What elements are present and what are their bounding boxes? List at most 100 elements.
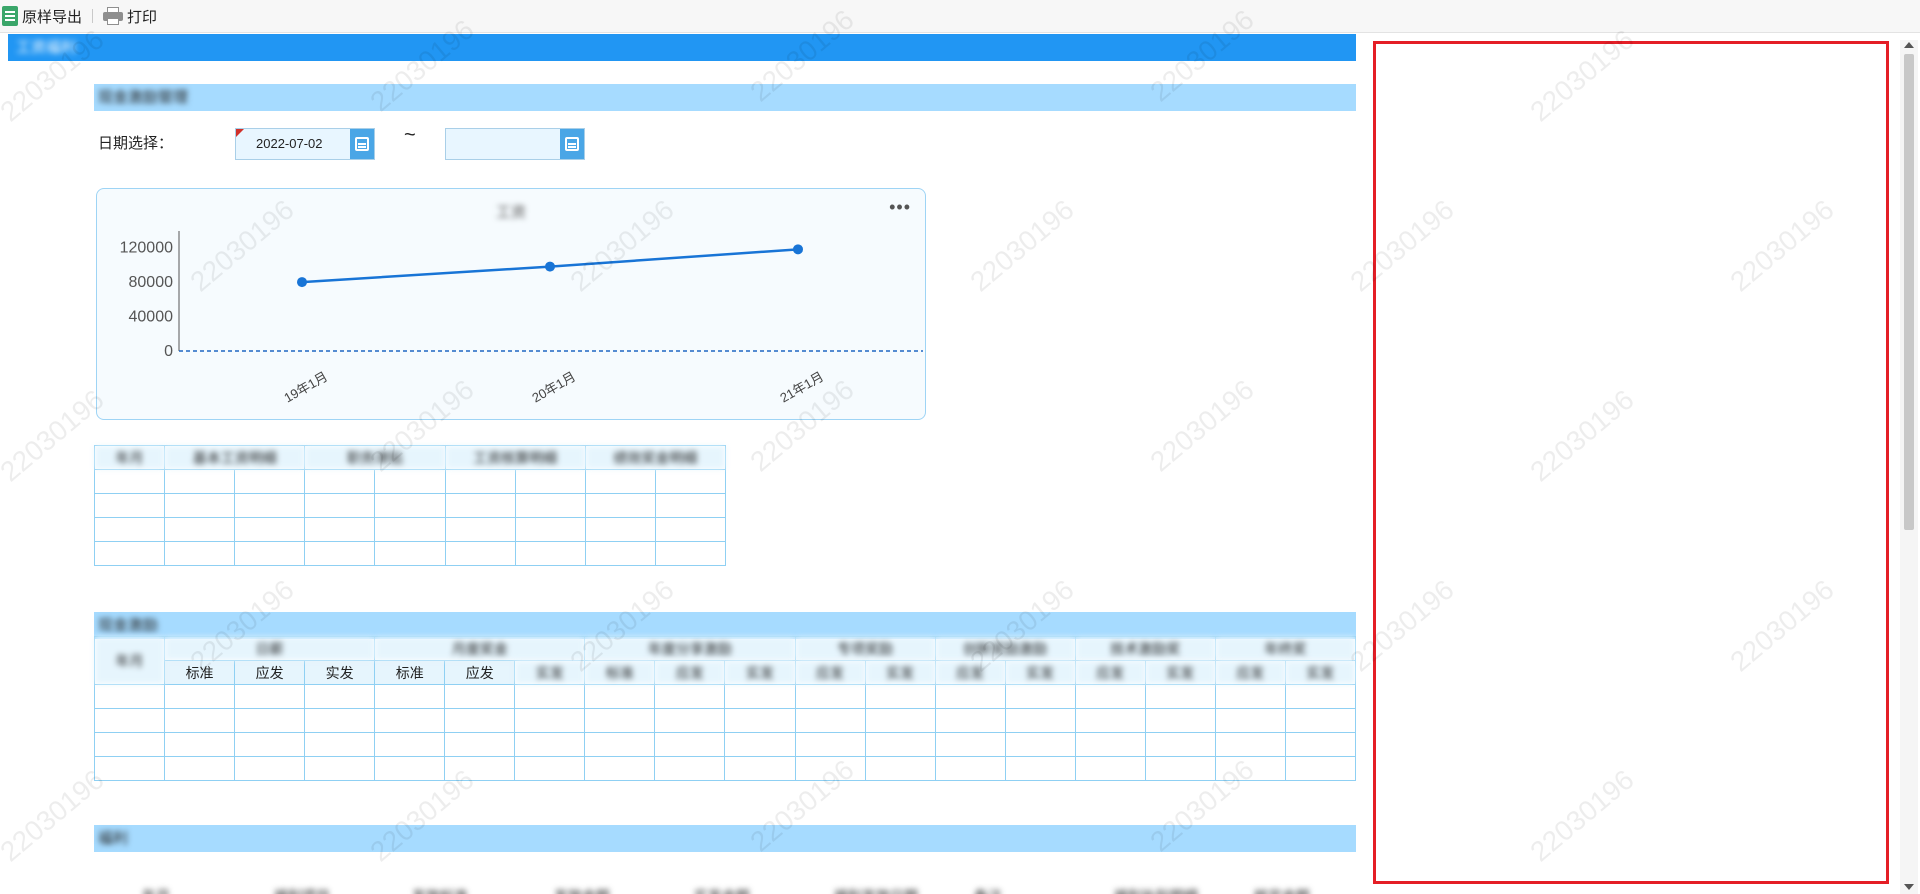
x-tick-label: 20年1月 (529, 369, 578, 406)
table-cell (93, 541, 166, 566)
calendar-icon[interactable] (560, 129, 584, 159)
table-cell (304, 517, 376, 542)
table-cell (654, 517, 727, 542)
print-button[interactable]: 打印 (99, 4, 161, 28)
cash-incentive-table: 年月 日薪 月度奖金 年度分享激励 专项奖励 创新奖励激励 技术激励奖 年终奖 … (93, 636, 1356, 781)
table-cell (1074, 732, 1146, 757)
column-subheader: 标准 (164, 660, 236, 685)
table-cell (724, 732, 796, 757)
section-header-cash-incentive: 现金激励 (94, 612, 1356, 639)
group-header: 创新奖励激励 (934, 636, 1076, 661)
scroll-down-arrow-icon[interactable] (1904, 884, 1914, 890)
table-cell (164, 708, 236, 733)
highlighted-preview-panel (1373, 41, 1889, 884)
table-cell (584, 493, 656, 518)
column-subheader: 实发 (1144, 660, 1216, 685)
column-subheader: 实发 (724, 660, 796, 685)
table-cell (514, 756, 586, 781)
table-cell (934, 756, 1006, 781)
table-cell (1004, 732, 1076, 757)
calendar-icon[interactable] (350, 129, 374, 159)
column-header: 年月 (93, 636, 166, 685)
column-header: 绩效奖金明细 (584, 445, 727, 470)
spreadsheet-export-icon (2, 6, 18, 26)
table-cell (304, 732, 376, 757)
column-header: 发放金额 (554, 886, 610, 894)
table-cell (93, 469, 166, 494)
table-cell (514, 517, 586, 542)
table-cell (514, 732, 586, 757)
table-cell (584, 756, 656, 781)
table-cell (444, 708, 516, 733)
table-cell (374, 517, 446, 542)
group-header: 月度奖金 (374, 636, 586, 661)
table-cell (374, 541, 446, 566)
toolbar-divider (92, 9, 94, 23)
group-header: 日薪 (164, 636, 376, 661)
table-cell (584, 517, 656, 542)
table-cell (934, 732, 1006, 757)
printer-icon (103, 7, 124, 25)
table-header-row: 年月 基本工资明细 职务津贴 工资核算明细 绩效奖金明细 (93, 445, 727, 470)
table-cell (1284, 732, 1356, 757)
scroll-up-arrow-icon[interactable] (1904, 42, 1914, 48)
table-cell (654, 732, 726, 757)
table-cell (1214, 708, 1286, 733)
column-subheader: 实发 (514, 660, 586, 685)
data-point (297, 277, 307, 288)
table-row (93, 517, 727, 542)
table-cell (1144, 684, 1216, 709)
table-cell (934, 708, 1006, 733)
table-cell (584, 469, 656, 494)
table-cell (374, 708, 446, 733)
group-header: 专项奖励 (794, 636, 936, 661)
y-tick-label: 120000 (120, 240, 173, 257)
column-header: 发放标准 (412, 886, 468, 894)
table-cell (654, 708, 726, 733)
table-cell (1004, 684, 1076, 709)
y-tick-label: 0 (164, 343, 173, 360)
section-header-benefits: 福利 (94, 825, 1356, 852)
column-subheader: 应发 (234, 660, 306, 685)
date-start-input[interactable]: 2022-07-02 (235, 128, 375, 160)
table-row (93, 493, 727, 518)
column-subheader: 应发 (444, 660, 516, 685)
table-cell (234, 469, 306, 494)
export-button[interactable]: 原样导出 (0, 4, 86, 28)
table-cell (654, 684, 726, 709)
table-cell (304, 469, 376, 494)
table-cell (93, 708, 166, 733)
table-cell (1284, 708, 1356, 733)
table-cell (374, 493, 446, 518)
table-cell (164, 684, 236, 709)
column-subheader: 应发 (1074, 660, 1146, 685)
export-button-label: 原样导出 (22, 8, 83, 26)
column-header: 核定金额 (1254, 886, 1310, 894)
table-cell (864, 684, 936, 709)
table-cell (724, 708, 796, 733)
date-end-input[interactable] (445, 128, 585, 160)
table-cell (304, 684, 376, 709)
table-cell (304, 493, 376, 518)
table-row (93, 732, 1356, 757)
scrollbar-thumb[interactable] (1904, 54, 1914, 530)
y-tick-label: 80000 (129, 274, 174, 291)
table-group-header-row: 年月 日薪 月度奖金 年度分享激励 专项奖励 创新奖励激励 技术激励奖 年终奖 (93, 636, 1356, 685)
table-subheader-row: 标准 应发 实发 标准 应发 实发 标准 应发 实发 应发 实发 应发 实发 应发 实发 应发 实发 (95, 660, 1356, 685)
table-cell (374, 684, 446, 709)
table-cell (164, 541, 236, 566)
group-header: 年终奖 (1214, 636, 1356, 661)
table-cell (724, 684, 796, 709)
report-area: 工资福利 现金激励管理 日期选择： 2022-07-02 ~ 工资 ••• 04… (0, 33, 1356, 894)
group-header: 年度分享激励 (584, 636, 796, 661)
salary-summary-table: 年月 基本工资明细 职务津贴 工资核算明细 绩效奖金明细 (93, 445, 727, 566)
table-row (93, 684, 1356, 709)
column-header: 实发金额 (694, 886, 750, 894)
vertical-scrollbar[interactable] (1900, 40, 1918, 894)
table-cell (514, 684, 586, 709)
table-cell (444, 732, 516, 757)
table-cell (794, 732, 866, 757)
table-cell (1284, 684, 1356, 709)
table-row (93, 541, 727, 566)
table-cell (374, 756, 446, 781)
